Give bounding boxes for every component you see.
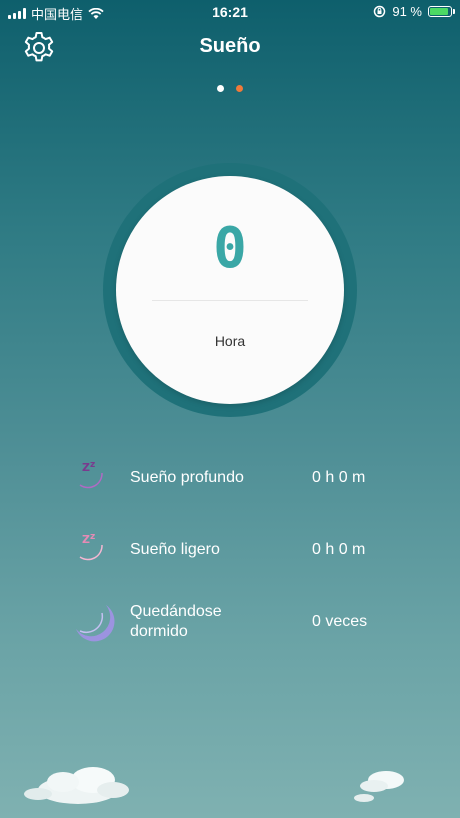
moon-zzz-light-icon: Z z: [76, 532, 108, 564]
moon-zzz-deep-icon: Z z: [76, 460, 108, 492]
stat-row-deep-sleep: Z z Sueño profundo 0 h 0 m: [72, 455, 402, 505]
svg-text:Z: Z: [82, 533, 90, 546]
cloud-left-illustration: [24, 767, 129, 804]
light-sleep-label: Sueño ligero: [130, 541, 220, 558]
status-bar: 中国电信 16:21 91 %: [0, 0, 460, 24]
svg-text:Z: Z: [82, 461, 90, 474]
battery-icon: [428, 6, 455, 17]
svg-text:z: z: [90, 460, 95, 470]
moon-icon: [76, 605, 115, 642]
falling-asleep-value: 0 veces: [312, 613, 368, 630]
cloud-right-illustration: [354, 771, 404, 802]
page-title: Sueño: [199, 35, 261, 57]
status-right: 91 %: [373, 4, 455, 19]
light-sleep-value: 0 h 0 m: [312, 541, 366, 558]
stat-row-falling-asleep: Quedándose dormido 0 veces: [72, 599, 402, 649]
page-indicator: [0, 85, 460, 92]
battery-level: [430, 8, 449, 15]
battery-percent: 91 %: [392, 4, 422, 19]
svg-text:z: z: [90, 532, 95, 542]
deep-sleep-label: Sueño profundo: [130, 469, 244, 486]
dial-divider: [152, 300, 308, 301]
stat-row-light-sleep: Z z Sueño ligero 0 h 0 m: [72, 527, 402, 577]
page-dot-1[interactable]: [217, 85, 224, 92]
orientation-lock-icon: [374, 5, 386, 18]
falling-asleep-label: Quedándose dormido: [130, 603, 222, 640]
sleep-hours-unit: Hora: [214, 333, 246, 349]
sleep-dial: 0 Hora: [116, 176, 344, 404]
deep-sleep-value: 0 h 0 m: [312, 469, 366, 486]
header: Sueño: [0, 26, 460, 70]
page-dot-2[interactable]: [236, 85, 243, 92]
sleep-hours-value: 0: [213, 216, 247, 281]
